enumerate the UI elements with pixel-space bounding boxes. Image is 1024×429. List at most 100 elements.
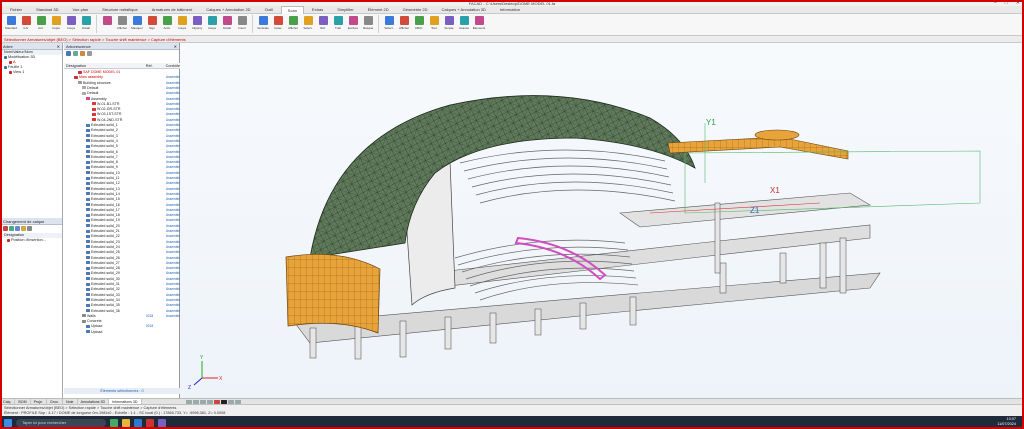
tree-row-solid[interactable]: Extruded solid_21 Assemblé xyxy=(64,229,180,234)
taskbar-search[interactable]: Taper ici pour rechercher xyxy=(16,418,106,427)
tree-row-solid[interactable]: Extruded solid_16 Assemblé xyxy=(64,203,180,208)
tree-row-solid[interactable]: Extruded solid_10 Assemblé xyxy=(64,171,180,176)
tree-row-solid[interactable]: Extruded solid_13 Assemblé xyxy=(64,187,180,192)
ribbon-button[interactable]: Sélect. xyxy=(301,15,315,34)
tree-row-solid[interactable]: Extruded solid_25 Assemblé xyxy=(64,250,180,255)
tree-row-solid[interactable]: Extruded solid_9 Assemblé xyxy=(64,165,180,170)
menu-tab[interactable]: Simplifier xyxy=(331,6,359,14)
ribbon-button[interactable]: Tout xyxy=(427,15,441,34)
tree-row[interactable]: W-03-1ST-STR Assemblé xyxy=(64,112,180,117)
start-icon[interactable] xyxy=(4,418,12,427)
ribbon-button[interactable]: Acc. xyxy=(34,15,48,34)
panel-close-icon[interactable]: ✕ xyxy=(174,43,177,49)
tree-row-solid[interactable]: Extruded solid_19 Assemblé xyxy=(64,218,180,223)
ribbon-button[interactable]: Coupe xyxy=(205,15,219,34)
geodesic-dome[interactable] xyxy=(309,95,696,259)
layer-row[interactable]: Position d'insertion... xyxy=(1,238,62,243)
layer-add-icon[interactable] xyxy=(3,226,8,231)
panel-close-icon[interactable]: ✕ xyxy=(57,43,60,49)
tree-row-solid[interactable]: Extruded solid_6 Assemblé xyxy=(64,150,180,155)
view-iso-icon[interactable] xyxy=(207,399,213,404)
menu-tab[interactable]: Structure métallique xyxy=(96,6,144,14)
tree-row[interactable]: Assembly Assemblé xyxy=(64,97,180,102)
ribbon-button[interactable]: Clipping xyxy=(190,15,204,34)
task-view-icon[interactable] xyxy=(110,418,118,427)
teams-icon[interactable] xyxy=(158,418,166,427)
tree-row-solid[interactable]: Extruded solid_2 Assemblé xyxy=(64,128,180,133)
wireframe-icon[interactable] xyxy=(221,399,227,404)
ribbon-button[interactable]: Afficher xyxy=(397,15,411,34)
tree-row-solid[interactable]: Extruded solid_29 Assemblé xyxy=(64,271,180,276)
file-explorer-icon[interactable] xyxy=(122,418,130,427)
tree-row-solid[interactable]: Extruded solid_12 Assemblé xyxy=(64,181,180,186)
orange-skylight[interactable] xyxy=(754,129,800,141)
layer-delete-icon[interactable] xyxy=(27,226,32,231)
taskbar-clock[interactable]: 13:07 11/07/2024 xyxy=(997,417,1016,427)
tree-row-solid[interactable]: Extruded solid_3 Assemblé xyxy=(64,134,180,139)
tree-row-solid[interactable]: Extruded solid_23 Assemblé xyxy=(64,240,180,245)
col-ref[interactable]: Réf. xyxy=(144,63,164,68)
tree-row[interactable]: Concrete xyxy=(64,319,180,324)
layer-lock-icon[interactable] xyxy=(15,226,20,231)
ribbon-button[interactable]: Affich. xyxy=(412,15,426,34)
tree-row-solid[interactable]: Extruded solid_17 Assemblé xyxy=(64,208,180,213)
tree-row-solid[interactable]: Extruded solid_14 Assemblé xyxy=(64,192,180,197)
3d-model-render[interactable]: Y1 X1 Z1 X Y Z xyxy=(180,43,1024,398)
ribbon-button[interactable]: Insert xyxy=(235,15,249,34)
layer-visible-icon[interactable] xyxy=(9,226,14,231)
menu-tab[interactable]: Armatures de bâtiment xyxy=(146,6,198,14)
tree-row-solid[interactable]: Extruded solid_18 Assemblé xyxy=(64,213,180,218)
ribbon-button[interactable]: Copie xyxy=(49,15,63,34)
tree-row-solid[interactable]: Extruded solid_5 Assemblé xyxy=(64,144,180,149)
ribbon-button[interactable]: 4 Ar. xyxy=(19,15,33,34)
tree-row[interactable]: Default Assemblé xyxy=(64,86,180,91)
tree-row-solid[interactable]: Extruded solid_34 Assemblé xyxy=(64,298,180,303)
ribbon-button[interactable]: Standard xyxy=(4,15,18,34)
tree-row[interactable]: Building structure Assemblé xyxy=(64,81,180,86)
tree-row[interactable]: Walls Assemblé 0218 xyxy=(64,314,180,319)
col-designation[interactable]: Désignation xyxy=(64,63,144,68)
menu-tab[interactable]: Géométrie 2D xyxy=(397,6,434,14)
ribbon-button[interactable]: Afficher xyxy=(286,15,300,34)
ribbon-button[interactable]: Simple xyxy=(442,15,456,34)
ribbon-button[interactable]: Verticale xyxy=(256,15,270,34)
ribbon-button[interactable]: Activ. xyxy=(160,15,174,34)
view-top-icon[interactable] xyxy=(186,399,192,404)
ribbon-button[interactable]: Trait xyxy=(331,15,345,34)
tree-row-solid[interactable]: Extruded solid_27 Assemblé xyxy=(64,261,180,266)
tree-row-solid[interactable]: Extruded solid_7 Assemblé xyxy=(64,155,180,160)
menu-tab[interactable]: Scan xyxy=(280,5,304,14)
sort-icon[interactable] xyxy=(80,51,85,56)
pan-icon[interactable] xyxy=(235,399,241,404)
ribbon-button[interactable]: Exclure xyxy=(346,15,360,34)
3d-viewport[interactable]: Y1 X1 Z1 X Y Z xyxy=(180,43,1024,398)
menu-tab[interactable]: Extras xyxy=(306,6,329,14)
ribbon-button[interactable]: Avancé xyxy=(457,15,471,34)
menu-tab[interactable]: Calques + Annotation 3D xyxy=(436,6,492,14)
tree-row[interactable]: Upload xyxy=(64,330,180,335)
tree-row[interactable]: W-02-GR-STR Assemblé xyxy=(64,107,180,112)
ribbon-button[interactable]: Coupe xyxy=(175,15,189,34)
ribbon-button[interactable]: Afficher xyxy=(115,15,129,34)
ribbon-button[interactable]: Sign xyxy=(145,15,159,34)
menu-tab[interactable]: Élément 2D xyxy=(362,6,395,14)
browser-icon[interactable] xyxy=(134,418,142,427)
ribbon-button[interactable]: Masquer xyxy=(130,15,144,34)
tree-row-solid[interactable]: Extruded solid_32 Assemblé xyxy=(64,287,180,292)
tree-row-solid[interactable]: Extruded solid_22 Assemblé xyxy=(64,234,180,239)
menu-tab[interactable]: Outil xyxy=(259,6,279,14)
ribbon-button[interactable]: Éléments xyxy=(472,15,486,34)
tree-row-solid[interactable]: Extruded solid_36 Assemblé xyxy=(64,309,180,314)
orange-facade[interactable] xyxy=(285,253,381,334)
ribbon-button[interactable]: Sélect. xyxy=(382,15,396,34)
tree-root[interactable]: SAF DOME MODEL 01 xyxy=(64,70,180,75)
tree-row-solid[interactable]: Extruded solid_24 Assemblé xyxy=(64,245,180,250)
tree-row-solid[interactable]: Extruded solid_31 Assemblé xyxy=(64,282,180,287)
tree-row[interactable]: W-01-B1-STR Assemblé xyxy=(64,102,180,107)
tree-row-solid[interactable]: Extruded solid_20 Assemblé xyxy=(64,224,180,229)
ribbon-button[interactable]: Coupe xyxy=(64,15,78,34)
search-icon[interactable] xyxy=(87,51,92,56)
tree-main-assembly[interactable]: Main assembly Assemblé xyxy=(64,75,180,80)
tree-row-solid[interactable]: Extruded solid_30 Assemblé xyxy=(64,277,180,282)
menu-tab[interactable]: Information xyxy=(494,6,526,14)
